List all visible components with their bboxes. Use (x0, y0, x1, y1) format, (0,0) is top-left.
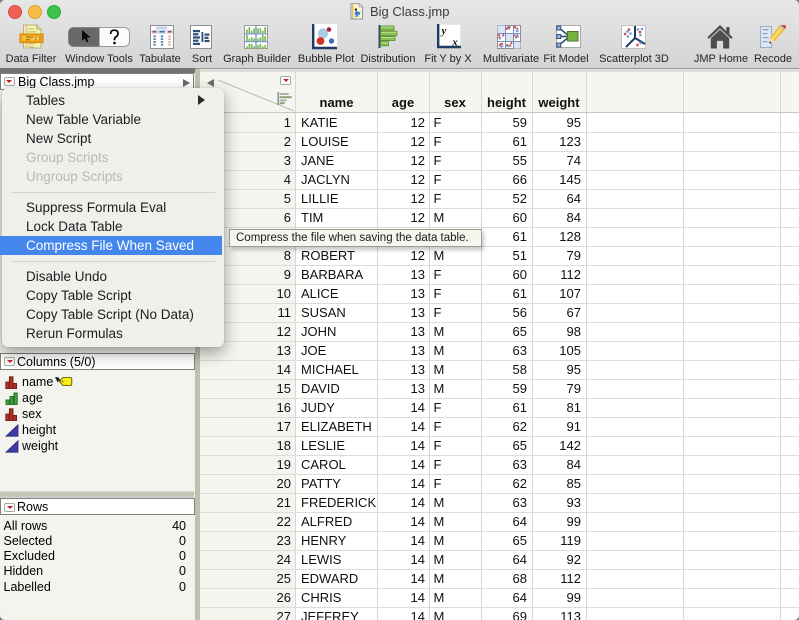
svg-text:x: x (451, 37, 458, 49)
svg-text:y: y (440, 25, 447, 37)
